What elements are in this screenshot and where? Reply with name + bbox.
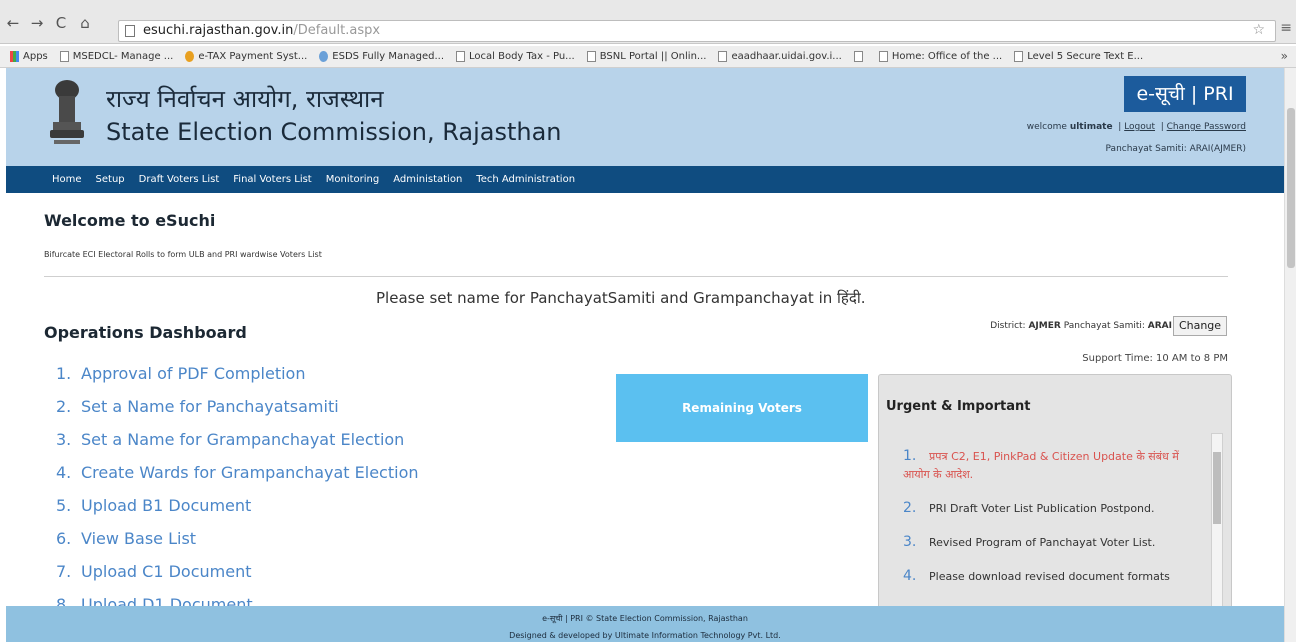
emblem-icon — [50, 80, 84, 144]
page-icon — [586, 51, 596, 62]
panchayat-samiti-info: Panchayat Samiti: ARAI(AJMER) — [1105, 144, 1246, 154]
operation-link[interactable]: 3. Set a Name for Grampanchayat Election — [56, 430, 419, 463]
urgent-item[interactable]: 2. PRI Draft Voter List Publication Postp… — [903, 499, 1209, 518]
footer-credits: Designed & developed by Ultimate Informa… — [509, 631, 781, 640]
urgent-panel: Urgent & Important 1. प्रपत्र C2, E1, Pin… — [878, 374, 1232, 642]
support-time: Support Time: 10 AM to 8 PM — [1082, 353, 1228, 364]
bookmark-item[interactable]: e-TAX Payment Syst... — [185, 51, 307, 62]
operation-link[interactable]: 1. Approval of PDF Completion — [56, 364, 419, 397]
operation-link[interactable]: 4. Create Wards for Grampanchayat Electio… — [56, 463, 419, 496]
browser-nav: ← → C ⌂ — [6, 14, 92, 32]
favicon-icon — [319, 51, 329, 62]
user-info: welcome ultimate | Logout | Change Passw… — [1026, 122, 1246, 132]
reload-icon[interactable]: C — [54, 14, 68, 32]
operation-link[interactable]: 5. Upload B1 Document — [56, 496, 419, 529]
remaining-voters-tile[interactable]: Remaining Voters — [616, 374, 868, 442]
more-bookmarks-icon[interactable]: » — [1281, 49, 1288, 63]
change-button[interactable]: Change — [1173, 316, 1227, 336]
menu-icon[interactable]: ≡ — [1280, 20, 1292, 36]
page-icon — [59, 51, 69, 62]
username: ultimate — [1069, 122, 1113, 132]
district-info: District: AJMER Panchayat Samiti: ARAI — [990, 321, 1172, 331]
bookmark-star-icon[interactable]: ☆ — [1252, 22, 1265, 38]
page-icon — [456, 51, 465, 62]
page: राज्य निर्वाचन आयोग, राजस्थान State Elec… — [6, 68, 1284, 642]
nav-tech-administration[interactable]: Tech Administration — [476, 174, 575, 185]
home-icon[interactable]: ⌂ — [78, 14, 92, 32]
page-icon — [878, 51, 888, 62]
site-header: राज्य निर्वाचन आयोग, राजस्थान State Elec… — [6, 68, 1284, 166]
notice-text: Please set name for PanchayatSamiti and … — [376, 289, 866, 307]
urgent-item[interactable]: 4. Please download revised document forma… — [903, 567, 1209, 586]
apps-icon — [10, 51, 19, 62]
title-hindi: राज्य निर्वाचन आयोग, राजस्थान — [106, 85, 384, 113]
nav-monitoring[interactable]: Monitoring — [326, 174, 379, 185]
page-title: Welcome to eSuchi — [44, 211, 216, 230]
bookmarks-bar: Apps MSEDCL- Manage ... e-TAX Payment Sy… — [0, 46, 1296, 68]
bookmark-item[interactable]: ESDS Fully Managed... — [319, 51, 444, 62]
back-icon[interactable]: ← — [6, 14, 20, 32]
change-password-link[interactable]: Change Password — [1167, 122, 1246, 132]
nav-home[interactable]: Home — [52, 174, 82, 185]
logout-link[interactable]: Logout — [1124, 122, 1155, 132]
title-english: State Election Commission, Rajasthan — [106, 118, 562, 146]
url-host: esuchi.rajasthan.gov.in — [143, 23, 294, 38]
urgent-item[interactable]: 3. Revised Program of Panchayat Voter Lis… — [903, 533, 1209, 552]
url-path: /Default.aspx — [293, 23, 381, 38]
site-footer: e-सूची | PRI © State Election Commission… — [6, 606, 1284, 642]
scroll-thumb[interactable] — [1287, 108, 1295, 268]
urgent-list: 1. प्रपत्र C2, E1, PinkPad & Citizen Upda… — [903, 447, 1209, 601]
operation-link[interactable]: 2. Set a Name for Panchayatsamiti — [56, 397, 419, 430]
browser-toolbar: ← → C ⌂ esuchi.rajasthan.gov.in/Default.… — [0, 0, 1296, 44]
bookmark-item[interactable]: Level 5 Secure Text E... — [1014, 51, 1143, 62]
page-scrollbar[interactable] — [1284, 68, 1296, 642]
operations-dashboard-title: Operations Dashboard — [44, 323, 247, 342]
bookmark-item[interactable]: Home: Office of the ... — [878, 51, 1002, 62]
page-icon — [125, 25, 135, 37]
page-icon — [853, 51, 863, 62]
favicon-icon — [185, 51, 195, 62]
operation-link[interactable]: 6. View Base List — [56, 529, 419, 562]
urgent-title: Urgent & Important — [886, 399, 1031, 414]
bookmark-item[interactable]: eaadhaar.uidai.gov.i... — [718, 51, 842, 62]
bookmark-item[interactable] — [853, 51, 867, 62]
bookmark-item[interactable]: MSEDCL- Manage ... — [59, 51, 173, 62]
operations-list: 1. Approval of PDF Completion 2. Set a Nam… — [56, 364, 419, 628]
urgent-item[interactable]: 1. प्रपत्र C2, E1, PinkPad & Citizen Upda… — [903, 447, 1209, 484]
page-icon — [1014, 51, 1024, 62]
footer-copyright: e-सूची | PRI © State Election Commission… — [542, 614, 748, 623]
page-icon — [718, 51, 728, 62]
scroll-thumb[interactable] — [1213, 452, 1221, 524]
bookmark-item[interactable]: BSNL Portal || Onlin... — [586, 51, 706, 62]
operation-link[interactable]: 7. Upload C1 Document — [56, 562, 419, 595]
nav-setup[interactable]: Setup — [96, 174, 125, 185]
forward-icon[interactable]: → — [30, 14, 44, 32]
bookmark-item[interactable]: Apps — [10, 51, 48, 62]
divider — [44, 276, 1228, 277]
nav-administation[interactable]: Administation — [393, 174, 462, 185]
main-nav: Home Setup Draft Voters List Final Voter… — [6, 166, 1284, 193]
bookmark-item[interactable]: Local Body Tax - Pu... — [456, 51, 575, 62]
nav-draft-voters-list[interactable]: Draft Voters List — [139, 174, 220, 185]
page-subtitle: Bifurcate ECI Electoral Rolls to form UL… — [44, 250, 322, 259]
address-bar[interactable]: esuchi.rajasthan.gov.in/Default.aspx ☆ — [118, 20, 1276, 42]
esuchi-logo: e-सूची | PRI — [1124, 76, 1246, 112]
nav-final-voters-list[interactable]: Final Voters List — [233, 174, 311, 185]
